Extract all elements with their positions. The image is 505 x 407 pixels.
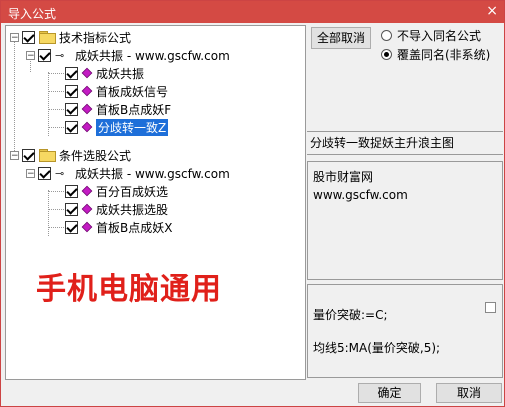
ok-button[interactable]: 确定 xyxy=(358,383,421,403)
source-checkbox[interactable] xyxy=(38,48,51,62)
window-title: 导入公式 xyxy=(8,7,57,21)
code-line: 量价突破:=C; xyxy=(313,308,388,322)
radio-on-icon[interactable] xyxy=(381,49,392,60)
tree-group-indicators[interactable]: − 技术指标公式 xyxy=(10,28,131,46)
code-line: 均线5:MA(量价突破,5); xyxy=(313,341,441,355)
source-label: 成妖共振 - www.gscfw.com xyxy=(75,166,230,181)
formula-item[interactable]: 成妖共振 xyxy=(62,64,144,82)
group-label: 条件选股公式 xyxy=(59,148,132,163)
item-label: 分歧转一致Z xyxy=(96,118,169,136)
formula-icon xyxy=(81,121,93,133)
radio-label: 不导入同名公式 xyxy=(397,29,482,43)
item-checkbox[interactable] xyxy=(65,66,78,80)
formula-icon xyxy=(81,103,93,115)
info-line: 股市财富网 xyxy=(313,170,374,184)
folder-icon xyxy=(39,149,56,162)
item-label: 首板B点成妖X xyxy=(96,220,173,235)
formula-code-panel: 量价突破:=C; 均线5:MA(量价突破,5); xyxy=(307,284,503,378)
promo-banner-text: 手机电脑通用 xyxy=(36,272,222,307)
formula-item[interactable]: 首板成妖信号 xyxy=(62,82,168,100)
info-line: www.gscfw.com xyxy=(313,188,408,202)
formula-item[interactable]: 首板B点成妖F xyxy=(62,100,171,118)
cancel-button[interactable]: 取消 xyxy=(436,383,502,403)
item-label: 成妖共振 xyxy=(96,66,145,81)
title-bar: 导入公式 × xyxy=(1,1,504,23)
close-icon[interactable]: × xyxy=(486,3,498,19)
item-checkbox[interactable] xyxy=(65,202,78,216)
item-checkbox[interactable] xyxy=(65,84,78,98)
collapse-icon[interactable]: − xyxy=(10,32,19,42)
item-label: 首板B点成妖F xyxy=(96,102,172,117)
formula-info-panel: 股市财富网 www.gscfw.com xyxy=(307,161,503,280)
formula-item[interactable]: 百分百成妖选 xyxy=(62,182,168,200)
collapse-icon[interactable]: − xyxy=(26,168,35,178)
formula-icon xyxy=(81,67,93,79)
source-label: 成妖共振 - www.gscfw.com xyxy=(75,48,230,63)
formula-item[interactable]: 成妖共振选股 xyxy=(62,200,168,218)
tree-source-node[interactable]: − ⊸ 成妖共振 - www.gscfw.com xyxy=(26,46,230,64)
formula-item-selected[interactable]: 分歧转一致Z xyxy=(62,118,169,136)
group-checkbox[interactable] xyxy=(22,148,35,162)
tree-source-node[interactable]: − ⊸ 成妖共振 - www.gscfw.com xyxy=(26,164,230,182)
formula-icon xyxy=(81,85,93,97)
radio-off-icon[interactable] xyxy=(381,30,392,41)
overwrite-same-name-radio[interactable]: 覆盖同名(非系统) xyxy=(381,46,490,63)
item-label: 百分百成妖选 xyxy=(96,184,169,199)
folder-icon xyxy=(39,31,56,44)
group-label: 技术指标公式 xyxy=(59,30,132,45)
collapse-icon[interactable]: − xyxy=(26,50,35,60)
formula-icon xyxy=(81,203,93,215)
import-formula-dialog: 导入公式 × − 技术指标公式 − ⊸ 成妖共振 - www.gscfw.com xyxy=(0,0,505,407)
formula-icon xyxy=(81,221,93,233)
code-checkbox[interactable] xyxy=(485,302,496,313)
source-checkbox[interactable] xyxy=(38,166,51,180)
formula-icon xyxy=(81,185,93,197)
tree-group-screening[interactable]: − 条件选股公式 xyxy=(10,146,131,164)
formula-description: 分歧转一致捉妖主升浪主图 xyxy=(307,131,503,155)
radio-label: 覆盖同名(非系统) xyxy=(397,48,491,62)
tree-line xyxy=(48,190,49,236)
group-checkbox[interactable] xyxy=(22,30,35,44)
key-icon: ⊸ xyxy=(55,48,65,62)
no-import-same-name-radio[interactable]: 不导入同名公式 xyxy=(381,27,481,44)
item-checkbox[interactable] xyxy=(65,120,78,134)
key-icon: ⊸ xyxy=(55,166,65,180)
item-checkbox[interactable] xyxy=(65,184,78,198)
item-checkbox[interactable] xyxy=(65,102,78,116)
item-checkbox[interactable] xyxy=(65,220,78,234)
formula-tree[interactable]: − 技术指标公式 − ⊸ 成妖共振 - www.gscfw.com 成妖共振 首… xyxy=(5,25,306,380)
formula-item[interactable]: 首板B点成妖X xyxy=(62,218,172,236)
item-label: 成妖共振选股 xyxy=(96,202,169,217)
item-label: 首板成妖信号 xyxy=(96,84,169,99)
cancel-all-button[interactable]: 全部取消 xyxy=(311,27,371,49)
tree-line xyxy=(14,36,15,155)
collapse-icon[interactable]: − xyxy=(10,150,19,160)
